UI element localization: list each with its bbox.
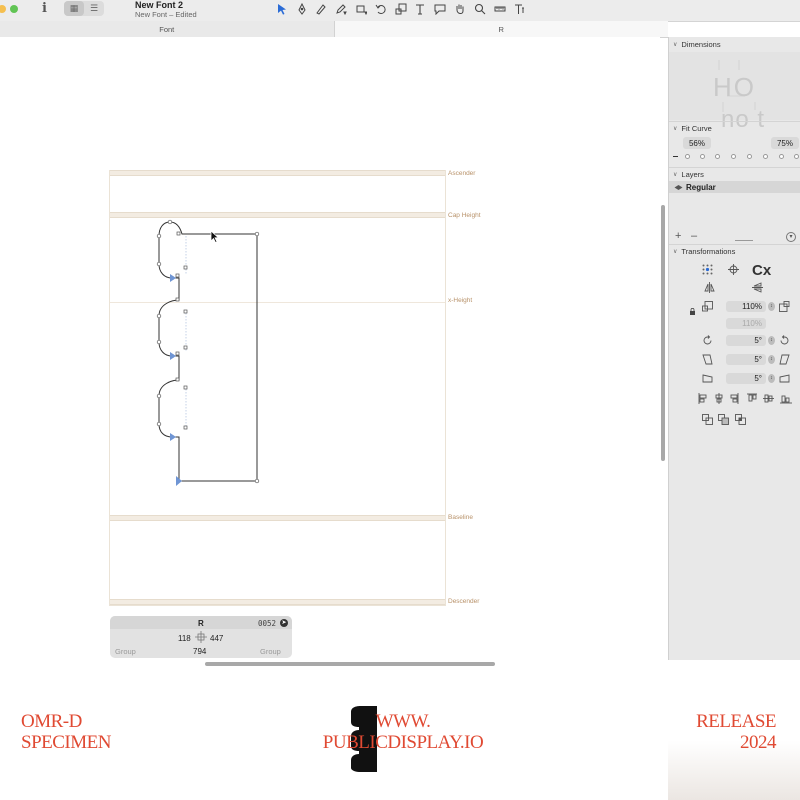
next-glyph-icon[interactable]: ➤ [280,619,288,627]
fit-curve-title: Fit Curve [681,124,712,133]
crosshair-icon[interactable] [728,264,739,275]
apply-scale-icon[interactable] [779,301,790,312]
align-left-icon [698,393,707,404]
align-bottom-icon [780,395,792,404]
glyph-info-panel: R 0052 ➤ 118 447 Group 794 Group [110,616,292,658]
glyph-outline[interactable] [0,0,660,660]
fit-curve-step[interactable] [731,154,736,159]
align-toolbar[interactable] [698,393,794,404]
section-divider [669,121,800,122]
remove-layer-button[interactable]: – [691,230,697,242]
specimen-title: OMR-D SPECIMEN [21,711,111,753]
specimen-title-line2: SPECIMEN [21,732,111,753]
glyph-width-value[interactable]: 794 [193,647,206,656]
skew-right-icon[interactable] [779,373,790,384]
node-points[interactable] [156,219,260,484]
transformations-header[interactable]: ∨ Transformations [673,247,735,256]
align-center-icon [715,393,723,404]
scale-x-stepper[interactable]: ↕ [768,302,775,311]
specimen-website[interactable]: WWW. PUBLICDISPLAY.IO [318,711,488,753]
slant-stepper[interactable]: ↕ [768,355,775,364]
dimensions-preview-bottom: no t [721,106,766,133]
fit-curve-step[interactable] [700,154,705,159]
rotate-stepper[interactable]: ↕ [768,336,775,345]
align-middle-icon [763,394,774,403]
rotate-right-icon[interactable] [779,335,790,346]
glyph-contour[interactable] [158,221,258,482]
origin-grid-icon[interactable] [702,264,713,275]
union-icon[interactable] [702,414,713,425]
rotate-field[interactable]: 5° [726,335,766,346]
rotate-left-icon[interactable] [702,335,713,346]
fit-curve-step[interactable] [794,154,799,159]
fit-curve-step[interactable] [715,154,720,159]
section-divider [669,244,800,245]
fit-curve-step[interactable] [763,154,768,159]
fit-curve-header[interactable]: ∨ Fit Curve [673,124,712,133]
scale-y-field[interactable]: 110% [726,318,766,329]
transformations-title: Transformations [681,247,736,256]
glyph-unicode[interactable]: 0052 [258,619,276,628]
layers-resize-handle[interactable] [735,240,753,241]
skew-field[interactable]: 5° [726,373,766,384]
skew-left-icon[interactable] [702,373,713,384]
specimen-website-line2: PUBLICDISPLAY.IO [322,732,484,753]
fit-curve-step[interactable] [685,154,690,159]
specimen-title-line1: OMR-D [21,711,82,732]
fit-curve-min-field[interactable]: 56% [683,137,711,149]
vertical-scrollbar[interactable] [661,205,665,461]
left-kerning-group[interactable]: Group [115,647,136,656]
dimensions-preview-top: HO [713,72,756,102]
chevron-down-icon: ∨ [673,249,678,255]
layers-header[interactable]: ∨ Layers [673,170,704,179]
left-sidebearing-value[interactable]: 118 [178,634,191,643]
specimen-website-line1: WWW. [375,711,431,732]
sidebearing-link-icon[interactable] [195,631,207,643]
chevron-down-icon: ∨ [673,126,678,132]
mirror-horizontal-icon[interactable] [704,282,715,293]
glyph-name[interactable]: R [198,619,204,628]
fit-curve-minus-icon[interactable] [673,156,678,157]
align-top-icon [747,393,757,402]
lock-icon[interactable] [689,308,696,315]
subtract-icon[interactable] [718,414,729,425]
add-layer-button[interactable]: + [675,230,681,242]
scale-x-field[interactable]: 110% [726,301,766,312]
specimen-footer: OMR-D SPECIMEN WWW. PUBLICDISPLAY.IO REL… [0,668,800,800]
specimen-release-line1: RELEASE [696,711,776,732]
fit-curve-max-field[interactable]: 75% [771,137,799,149]
skew-stepper[interactable]: ↕ [768,374,775,383]
slant-field[interactable]: 5° [726,354,766,365]
layers-title: Layers [681,170,704,179]
right-kerning-group[interactable]: Group [260,647,281,656]
chevron-down-icon: ∨ [673,172,678,178]
slant-left-icon[interactable] [702,354,713,365]
dimensions-preview: HO no t [669,52,800,133]
layer-name: Regular [686,182,716,192]
inspector-sidebar: ∨ Dimensions HO no t ∨ Fit Curve 56% 75%… [668,37,800,660]
fit-curve-step[interactable] [779,154,784,159]
align-right-icon [730,393,739,404]
chevron-down-icon: ∨ [673,42,678,48]
slant-right-icon[interactable] [779,354,790,365]
dimensions-header[interactable]: ∨ Dimensions [673,40,721,49]
layers-stack-icon [674,184,683,190]
specimen-release-line2: 2024 [740,732,777,753]
fit-curve-step[interactable] [747,154,752,159]
specimen-release: RELEASE 2024 [680,711,776,753]
right-sidebearing-value[interactable]: 447 [210,634,223,643]
scale-icon[interactable] [702,301,713,312]
layer-options-icon[interactable]: ▾ [786,232,796,242]
dimensions-title: Dimensions [681,40,721,49]
center-x-label[interactable]: Cx [752,262,771,279]
intersect-icon[interactable] [735,414,746,425]
layer-item-regular[interactable]: Regular [669,181,800,193]
mirror-vertical-icon[interactable] [752,282,763,293]
horizontal-scrollbar[interactable] [205,662,495,666]
mouse-cursor-icon [210,230,220,243]
section-divider [669,167,800,168]
